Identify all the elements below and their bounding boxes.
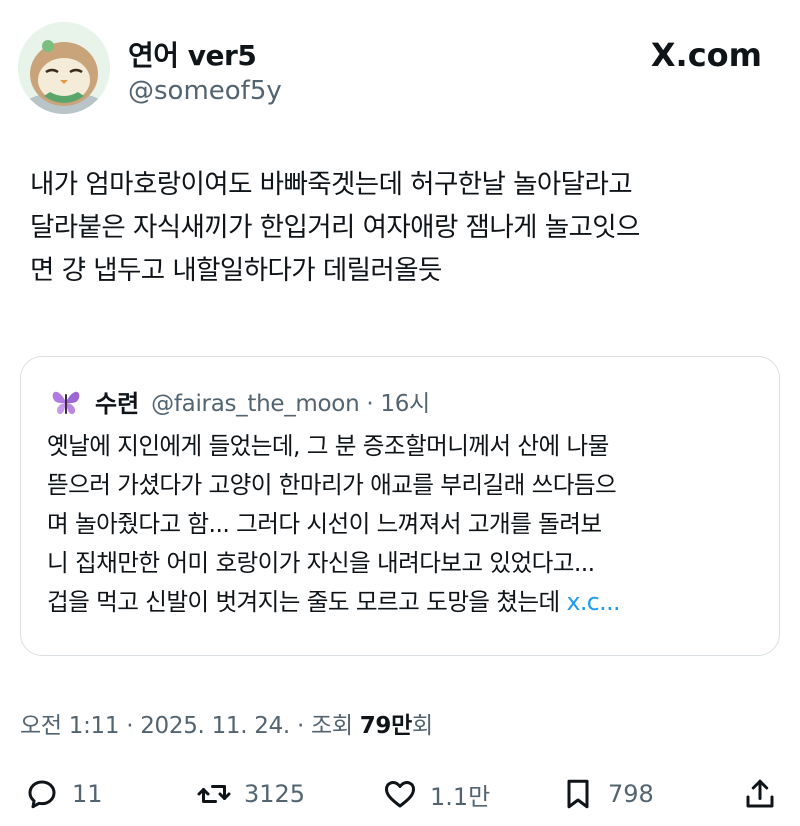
share-icon (746, 779, 774, 808)
bookmark-count: 798 (608, 780, 654, 808)
reply-icon (28, 780, 56, 809)
share-button[interactable] (742, 766, 790, 822)
bookmark-icon (567, 779, 589, 809)
repost-button[interactable]: 3125 (196, 766, 305, 822)
quote-body: 옛날에 지인에게 들었는데, 그 분 증조할머니께서 산에 나물 뜯으러 가셨다… (47, 432, 617, 616)
author-handle[interactable]: @someof5y (128, 76, 282, 106)
quote-author-name: 수련 (95, 389, 140, 418)
action-bar: 11 3125 1.1만 798 (0, 766, 800, 822)
repost-count: 3125 (244, 780, 306, 808)
quoted-tweet[interactable]: 수련 @fairas_the_moon · 16시 옛날에 지인에게 들었는데,… (20, 356, 780, 656)
heart-icon (385, 780, 415, 808)
view-count: 79만 (359, 713, 413, 739)
reply-count: 11 (72, 780, 103, 808)
quote-text: 옛날에 지인에게 들었는데, 그 분 증조할머니께서 산에 나물 뜯으러 가셨다… (47, 427, 767, 622)
like-count: 1.1만 (430, 782, 491, 811)
brand-logo: X.com (650, 36, 762, 74)
tweet-text: 내가 엄마호랑이여도 바빠죽겟는데 허구한날 놀아달라고 달라붙은 자식새끼가 … (30, 169, 640, 286)
repost-icon (197, 785, 231, 803)
author-name[interactable]: 연어 ver5 (128, 34, 257, 74)
view-suffix: 회 (411, 713, 433, 739)
avatar[interactable] (18, 22, 110, 114)
quote-author-handle-time: @fairas_the_moon · 16시 (151, 391, 430, 417)
tweet-header: 연어 ver5 @someof5y X.com (0, 0, 800, 130)
like-button[interactable]: 1.1만 (382, 766, 490, 822)
tweet-datetime[interactable]: 오전 1:11 · 2025. 11. 24. · 조회 (20, 713, 360, 739)
bookmark-button[interactable]: 798 (560, 766, 654, 822)
butterfly-avatar-icon (52, 391, 80, 415)
quote-link[interactable]: x.c... (567, 588, 621, 616)
owl-avatar-icon (18, 22, 110, 114)
reply-button[interactable]: 11 (24, 766, 103, 822)
quote-header: 수련 @fairas_the_moon · 16시 (49, 381, 430, 421)
tweet-meta: 오전 1:11 · 2025. 11. 24. · 조회 79만회 (20, 706, 433, 740)
